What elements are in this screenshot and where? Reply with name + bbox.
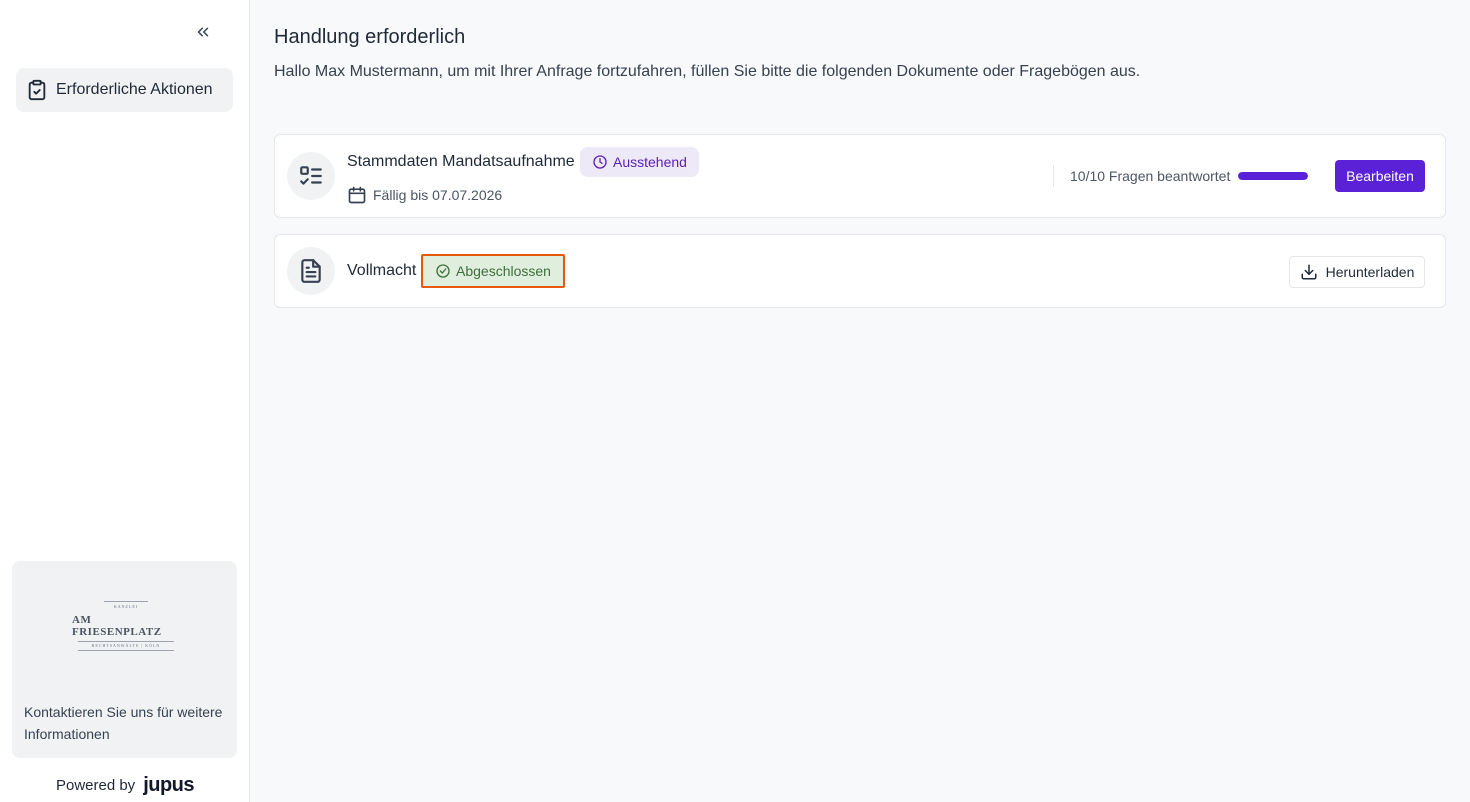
status-badge-label: Ausstehend <box>613 154 687 170</box>
sidebar: Erforderliche Aktionen KANZLEI AM FRIESE… <box>0 0 250 802</box>
page-title: Handlung erforderlich <box>274 26 466 48</box>
powered-by-label: Powered by <box>55 777 136 794</box>
progress-bar <box>1238 172 1309 180</box>
contact-card: KANZLEI AM FRIESENPLATZ RECHTSANWÄLTE | … <box>12 561 237 758</box>
page-subtitle: Hallo Max Mustermann, um mit Ihrer Anfra… <box>274 63 1141 80</box>
download-button[interactable]: Herunterladen <box>1289 256 1425 288</box>
download-button-label: Herunterladen <box>1325 264 1415 280</box>
document-icon-circle <box>287 152 335 200</box>
calendar-icon <box>348 186 366 204</box>
document-icon <box>301 259 321 283</box>
firm-logo: KANZLEI AM FRIESENPLATZ RECHTSANWÄLTE | … <box>72 601 180 652</box>
clipboard-check-icon <box>26 79 48 101</box>
logo-bottom-line: RECHTSANWÄLTE | KÖLN <box>91 643 161 649</box>
logo-top-line: KANZLEI <box>113 603 139 609</box>
collapse-sidebar-button[interactable] <box>190 20 216 44</box>
document-card-stammdaten: Stammdaten Mandatsaufnahme Ausstehend Fä… <box>274 134 1446 218</box>
status-badge-completed: Abgeschlossen <box>421 254 565 288</box>
document-title: Stammdaten Mandatsaufnahme <box>347 153 575 170</box>
status-badge-pending: Ausstehend <box>580 147 699 177</box>
document-card-vollmacht: Vollmacht Abgeschlossen Herunterladen <box>274 234 1446 308</box>
checklist-icon <box>300 166 322 185</box>
logo-name: AM FRIESENPLATZ <box>72 613 162 638</box>
powered-by: Powered by jupus <box>0 774 250 797</box>
edit-button[interactable]: Bearbeiten <box>1335 160 1425 192</box>
nav-item-erforderliche-aktionen[interactable]: Erforderliche Aktionen <box>16 68 233 112</box>
main-content: Handlung erforderlich Hallo Max Musterma… <box>250 0 1470 802</box>
due-date: Fällig bis 07.07.2026 <box>347 185 502 205</box>
document-icon-circle <box>287 247 335 295</box>
progress-indicator: 10/10 Fragen beantwortet <box>1053 165 1309 187</box>
progress-text: 10/10 Fragen beantwortet <box>1070 168 1231 184</box>
jupus-logo[interactable]: jupus <box>143 774 194 797</box>
status-badge-label: Abgeschlossen <box>456 263 551 279</box>
logo-rule <box>78 650 174 652</box>
logo-rule <box>104 601 148 602</box>
nav-item-label: Erforderliche Aktionen <box>56 81 213 98</box>
download-icon <box>1301 264 1317 280</box>
clock-icon <box>593 155 607 169</box>
chevrons-left-icon <box>197 27 209 37</box>
app-root: Erforderliche Aktionen KANZLEI AM FRIESE… <box>0 0 1470 802</box>
progress-fill <box>1238 172 1309 180</box>
document-title: Vollmacht <box>347 262 417 279</box>
contact-text: Kontaktieren Sie uns für weitere Informa… <box>24 704 223 742</box>
check-circle-icon <box>436 264 450 278</box>
logo-rule <box>78 640 174 642</box>
due-date-text: Fällig bis 07.07.2026 <box>373 187 503 203</box>
